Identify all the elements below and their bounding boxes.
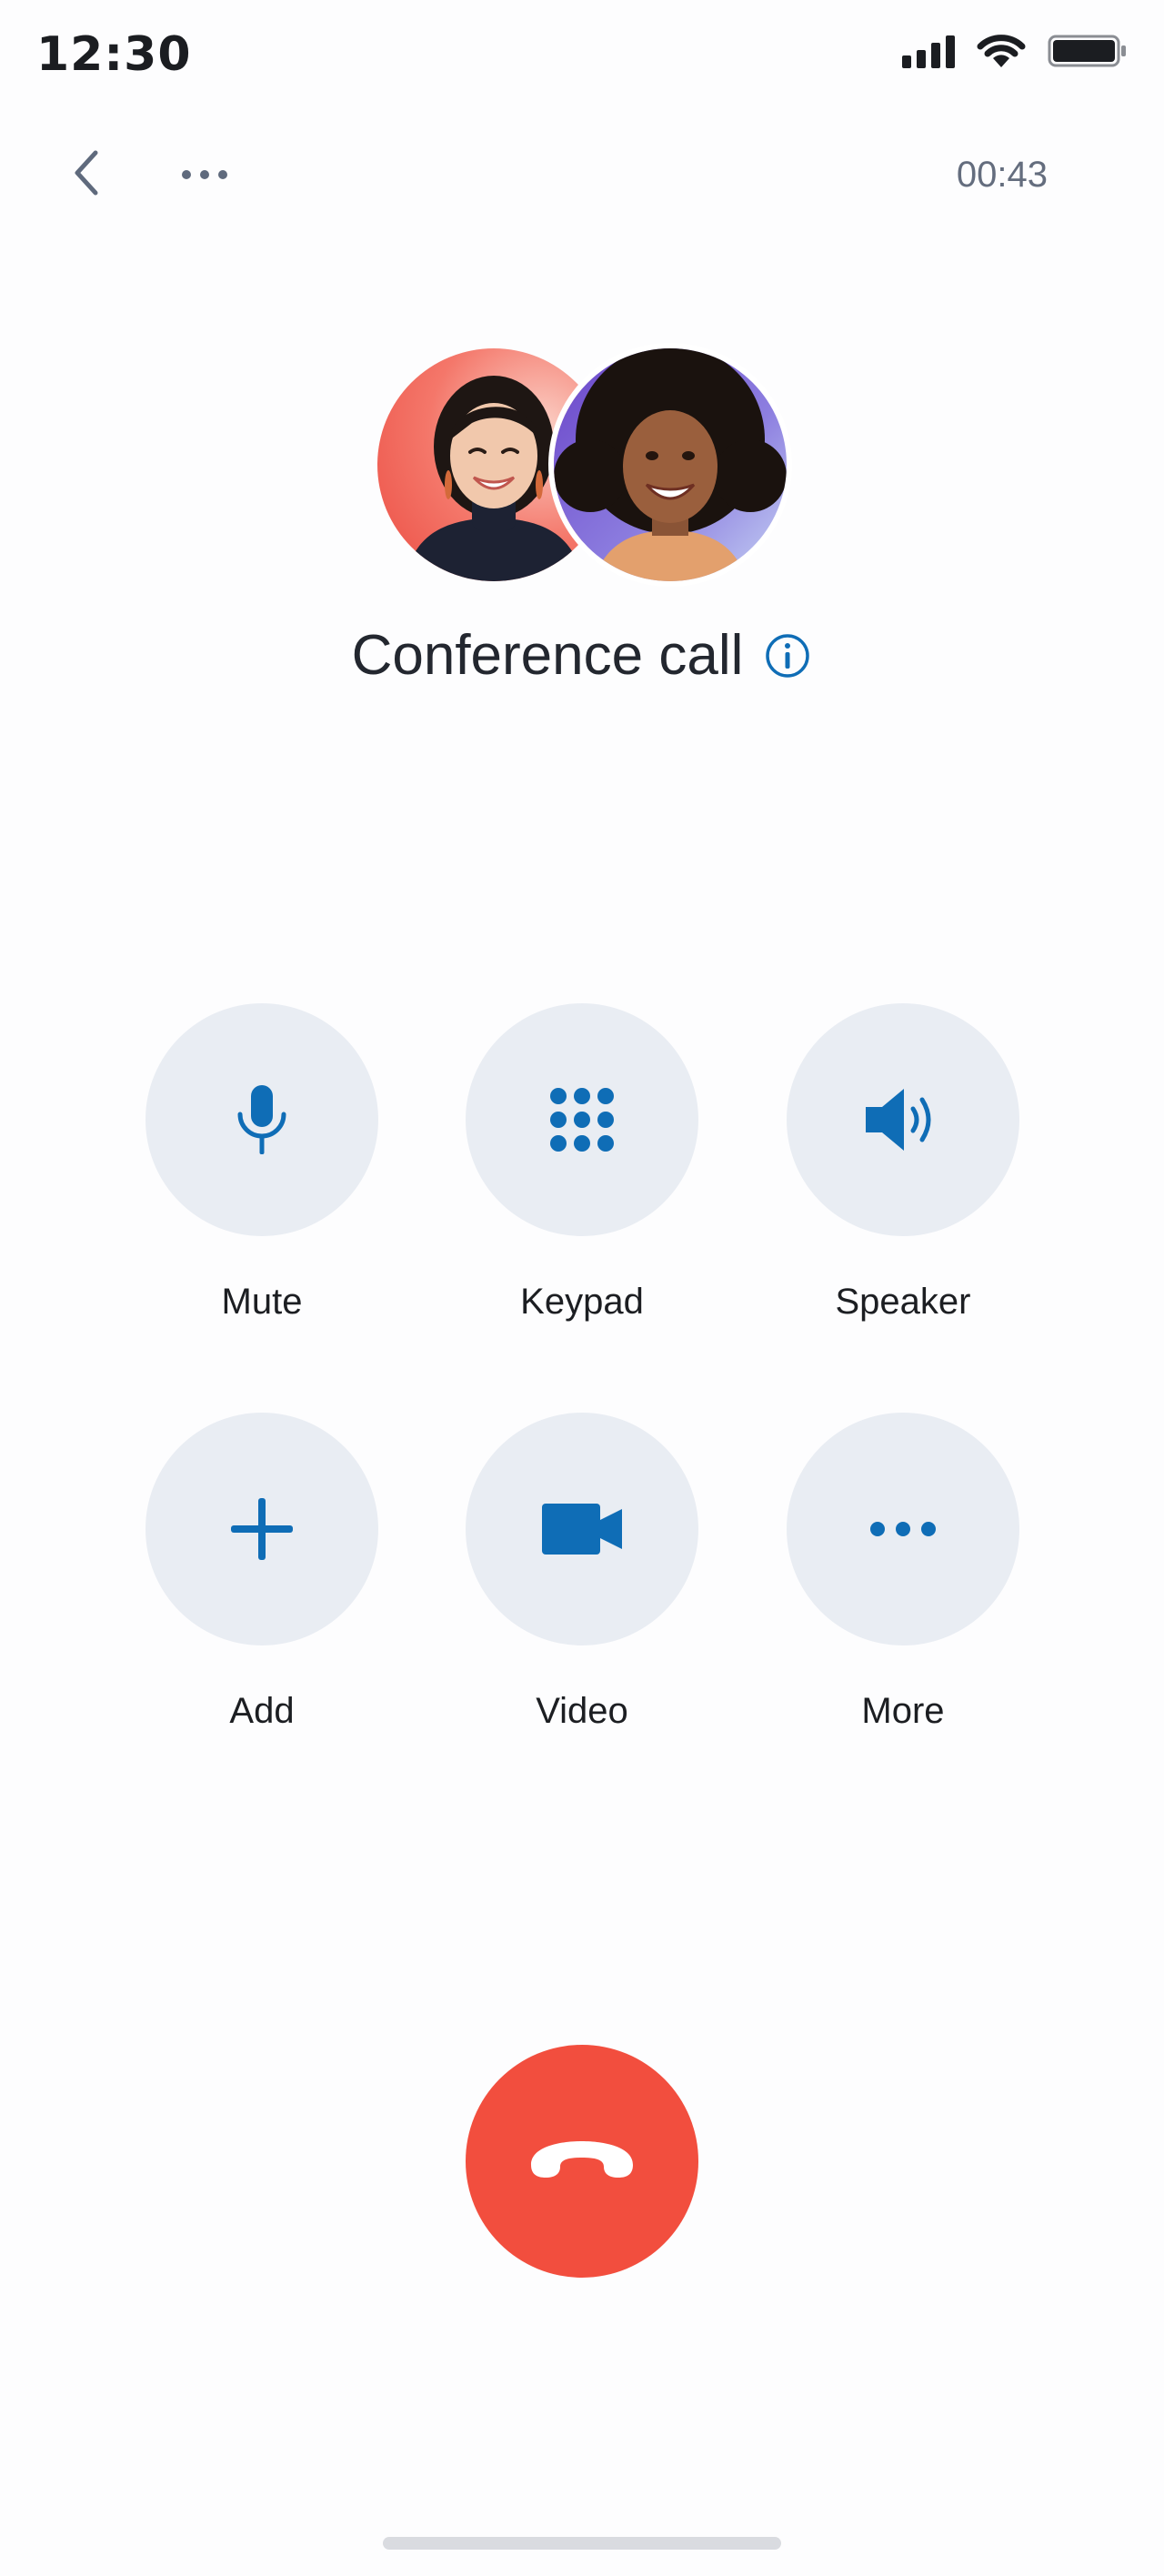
video-label: Video	[536, 1691, 628, 1731]
battery-icon	[1048, 35, 1126, 67]
speaker-button[interactable]	[787, 1003, 1019, 1236]
more-options-button[interactable]	[173, 159, 236, 190]
more-button[interactable]	[787, 1413, 1019, 1645]
more-label: More	[861, 1691, 945, 1731]
speaker-icon	[866, 1089, 931, 1151]
call-screen: 12:30 00:43 Conference call Mute Keypad …	[0, 0, 1164, 2576]
call-info-button[interactable]	[763, 631, 812, 680]
add-button[interactable]	[146, 1413, 378, 1645]
speaker-label: Speaker	[835, 1282, 971, 1322]
hang-up-icon	[531, 2141, 633, 2178]
keypad-button[interactable]	[466, 1003, 698, 1236]
more-horizontal-icon	[870, 1522, 936, 1536]
cellular-signal-icon	[902, 34, 955, 68]
info-icon	[766, 633, 810, 678]
keypad-control: Keypad	[466, 1003, 698, 1323]
status-time: 12:30	[36, 27, 192, 82]
keypad-icon	[550, 1088, 614, 1152]
call-title: Conference call	[351, 624, 744, 687]
status-icons	[902, 33, 1128, 69]
wifi-icon	[977, 35, 1026, 67]
video-button[interactable]	[466, 1413, 698, 1645]
end-call-button[interactable]	[466, 2045, 698, 2278]
more-horizontal-icon	[182, 170, 191, 179]
microphone-icon	[237, 1085, 286, 1154]
participant-avatars	[377, 348, 787, 585]
mute-button[interactable]	[146, 1003, 378, 1236]
video-control: Video	[466, 1413, 698, 1732]
chevron-left-icon	[75, 150, 98, 196]
back-button[interactable]	[64, 146, 109, 200]
call-title-row: Conference call	[0, 623, 1164, 688]
home-indicator[interactable]	[383, 2537, 781, 2550]
add-label: Add	[229, 1691, 295, 1731]
more-control: More	[787, 1413, 1019, 1732]
plus-icon	[231, 1498, 293, 1560]
participant-avatar-2	[554, 348, 787, 581]
call-timer: 00:43	[956, 155, 1048, 195]
mute-label: Mute	[221, 1282, 303, 1322]
speaker-control: Speaker	[787, 1003, 1019, 1323]
mute-control: Mute	[146, 1003, 378, 1323]
add-control: Add	[146, 1413, 378, 1732]
video-camera-icon	[542, 1504, 622, 1555]
keypad-label: Keypad	[520, 1282, 644, 1322]
